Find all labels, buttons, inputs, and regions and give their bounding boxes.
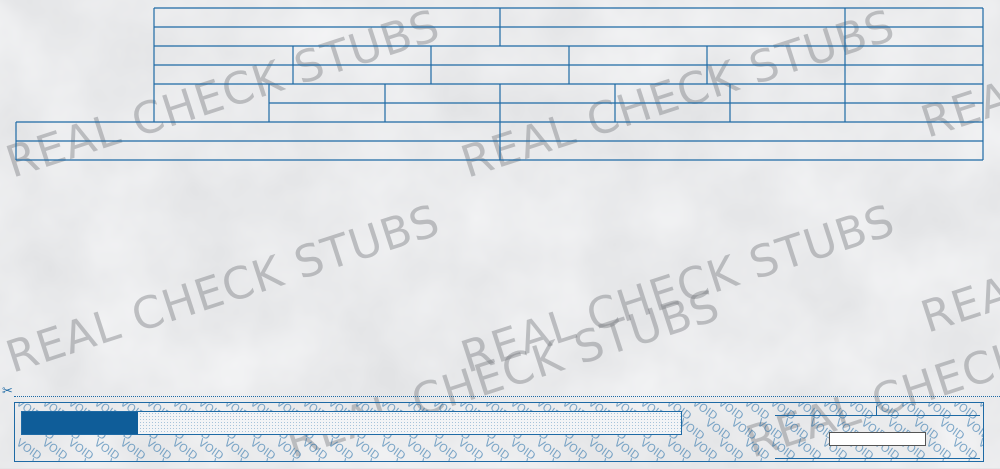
- void-mark: VOID: [481, 436, 512, 462]
- void-mark: VOID: [39, 436, 70, 462]
- void-mark: VOID: [403, 436, 434, 462]
- void-mark: VOID: [299, 436, 330, 462]
- void-mark: VOID: [741, 436, 772, 462]
- void-mark: VOID: [559, 436, 590, 462]
- void-mark: VOID: [936, 416, 967, 443]
- void-mark: VOID: [221, 436, 252, 462]
- void-mark: VOID: [429, 436, 460, 462]
- void-mark: VOID: [715, 436, 746, 462]
- scissors-icon: ✂: [2, 384, 13, 399]
- amount-field-fill: [22, 412, 138, 434]
- void-mark: VOID: [169, 436, 200, 462]
- void-mark: VOID: [585, 436, 616, 462]
- void-mark: VOID: [351, 436, 382, 462]
- void-mark: VOID: [117, 436, 148, 462]
- void-mark: VOID: [247, 436, 278, 462]
- signature-line-bottom: [775, 458, 980, 459]
- void-mark: VOID: [143, 436, 174, 462]
- void-mark: VOID: [91, 436, 122, 462]
- void-mark: VOID: [533, 436, 564, 462]
- void-mark: VOID: [728, 416, 759, 443]
- signature-line-top: [775, 415, 980, 416]
- void-mark: VOID: [611, 436, 642, 462]
- void-mark: VOID: [14, 436, 44, 462]
- check-body: VOID VOID VOID VOID VOID VOID VOID VOID VOID VOID…: [14, 402, 984, 462]
- tear-line: [14, 396, 1000, 397]
- void-mark: VOID: [195, 436, 226, 462]
- void-mark: VOID: [507, 436, 538, 462]
- signature-tick: [876, 406, 877, 416]
- stub-table-grid: [15, 7, 984, 161]
- void-mark: VOID: [689, 436, 720, 462]
- void-mark: VOID: [455, 436, 486, 462]
- void-mark: VOID: [780, 416, 811, 443]
- void-mark: VOID: [754, 416, 785, 443]
- amount-field: [21, 411, 682, 435]
- void-mark: VOID: [702, 416, 733, 443]
- void-mark: VOID: [637, 436, 668, 462]
- void-mark: VOID: [325, 436, 356, 462]
- void-mark: VOID: [273, 436, 304, 462]
- void-mark: VOID: [663, 436, 694, 462]
- signature-box: [829, 432, 926, 446]
- void-mark: VOID: [65, 436, 96, 462]
- void-mark: VOID: [377, 436, 408, 462]
